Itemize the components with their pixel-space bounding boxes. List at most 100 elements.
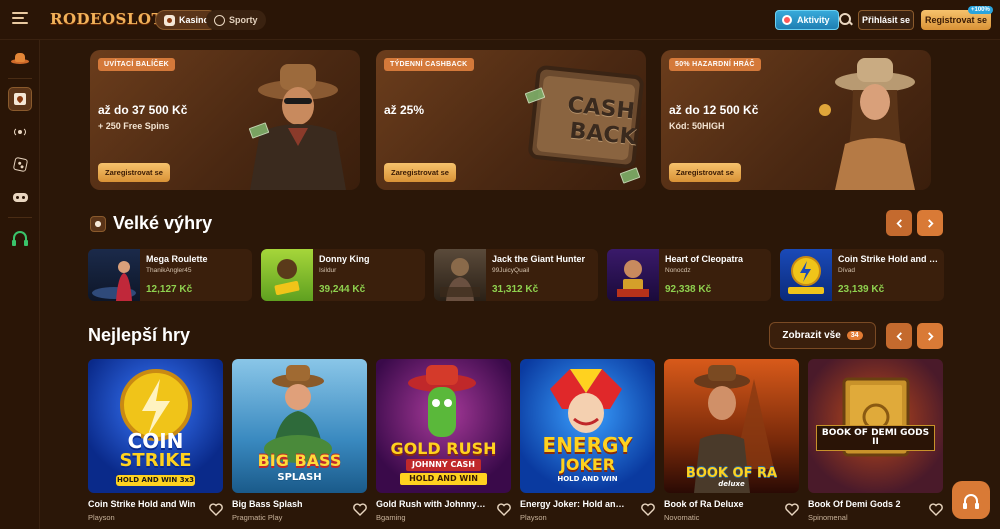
win-amount: 39,244 Kč (319, 284, 366, 295)
game-tile[interactable]: ENERGY JOKER HOLD AND WIN Energy Joker: … (520, 359, 655, 529)
game-art-text: BIG BASS (257, 451, 342, 470)
game-art-text: BOOK OF DEMI GODS II (816, 425, 935, 451)
heart-icon[interactable] (353, 503, 367, 516)
chevron-left-icon (895, 218, 902, 228)
game-thumbnail[interactable]: ENERGY JOKER HOLD AND WIN (520, 359, 655, 493)
game-name: Coin Strike Hold and Win (88, 499, 196, 509)
big-win-card[interactable]: Jack the Giant Hunter 99JuicyQuail 31,31… (434, 249, 598, 301)
activity-button[interactable]: Aktivity (775, 10, 839, 30)
cowboy-illustration (250, 64, 346, 190)
sidebar-item-home[interactable] (8, 48, 32, 72)
game-art-text: GOLD RUSH (390, 439, 497, 458)
promo-subtitle: Kód: 50HIGH (669, 121, 725, 131)
game-art-text: JOKER (559, 455, 616, 474)
promo-tag: TÝDENNÍ CASHBACK (384, 58, 474, 71)
top-bar: RODEOSLOT Kasino Sporty Aktivity Přihlás… (0, 0, 1000, 40)
promo-register-button[interactable]: Zaregistrovat se (384, 163, 456, 182)
cowgirl-illustration (819, 58, 915, 190)
promo-welcome[interactable]: UVÍTACÍ BALÍČEK až do 37 500 Kč + 250 Fr… (90, 50, 360, 190)
sidebar-item-games[interactable] (8, 185, 32, 209)
win-username: 99JuicyQuail (492, 267, 530, 274)
menu-icon[interactable] (12, 12, 28, 26)
heart-icon[interactable] (785, 503, 799, 516)
game-name: Energy Joker: Hold and Win (520, 499, 630, 509)
big-win-card[interactable]: Mega Roulette ThanikAngler45 12,127 Kč (88, 249, 252, 301)
game-thumbnail (780, 249, 832, 301)
promo-title: až 25% (384, 103, 425, 117)
win-game-name: Heart of Cleopatra (665, 254, 744, 264)
sidebar-divider (8, 78, 32, 79)
tab-sporty-label: Sporty (229, 15, 258, 25)
tab-sporty[interactable]: Sporty (206, 10, 266, 30)
headset-icon (963, 494, 979, 509)
game-name: Book Of Demi Gods 2 (808, 499, 901, 509)
promo-title: až do 12 500 Kč (669, 103, 759, 117)
top-games-next-button[interactable] (917, 323, 943, 349)
promo-title: až do 37 500 Kč (98, 103, 188, 117)
win-amount: 12,127 Kč (146, 284, 193, 295)
big-win-card[interactable]: Heart of Cleopatra Nonocdz 92,338 Kč (607, 249, 771, 301)
win-game-name: Mega Roulette (146, 254, 208, 264)
promo-register-button[interactable]: Zaregistrovat se (98, 163, 170, 182)
activity-label: Aktivity (797, 15, 830, 25)
top-games-title: Nejlepší hry (88, 325, 191, 345)
game-tile[interactable]: BIG BASS SPLASH Big Bass Splash Pragmati… (232, 359, 367, 529)
promo-subtitle: + 250 Free Spins (98, 121, 170, 131)
big-wins-title: Velké výhry (113, 213, 213, 233)
promo-tag: UVÍTACÍ BALÍČEK (98, 58, 176, 71)
promo-register-button[interactable]: Zaregistrovat se (669, 163, 741, 182)
sidebar (0, 40, 40, 529)
tab-kasino-label: Kasino (179, 15, 210, 25)
game-art-text: ENERGY (542, 433, 633, 457)
view-all-button[interactable]: Zobrazit vše 34 (769, 322, 876, 349)
big-win-card[interactable]: Donny King Isildur 39,244 Kč (261, 249, 425, 301)
sidebar-item-support[interactable] (8, 225, 32, 249)
game-name: Book of Ra Deluxe (664, 499, 744, 509)
view-all-count: 34 (846, 331, 863, 340)
promo-high-roller[interactable]: 50% HAZARDNÍ HRÁČ až do 12 500 Kč Kód: 5… (661, 50, 931, 190)
game-thumbnail[interactable]: COIN STRIKE HOLD AND WIN 3x3 (88, 359, 223, 493)
win-game-name: Donny King (319, 254, 370, 264)
search-icon[interactable] (839, 13, 852, 26)
win-amount: 92,338 Kč (665, 284, 712, 295)
big-win-card[interactable]: Coin Strike Hold and Win Dívad 23,139 Kč (780, 249, 944, 301)
game-tile[interactable]: BOOK OF DEMI GODS II Book Of Demi Gods 2… (808, 359, 943, 529)
sidebar-item-dice[interactable] (8, 152, 32, 176)
sidebar-item-live[interactable] (8, 120, 32, 144)
win-game-name: Coin Strike Hold and Win (838, 254, 942, 264)
logo[interactable]: RODEOSLOT (50, 10, 163, 28)
big-wins-next-button[interactable] (917, 210, 943, 236)
game-thumbnail[interactable]: BOOK OF RA deluxe (664, 359, 799, 493)
cowboy-hat-icon (10, 51, 30, 69)
heart-icon[interactable] (209, 503, 223, 516)
heart-icon[interactable] (497, 503, 511, 516)
big-wins-icon (90, 216, 106, 232)
heart-icon[interactable] (641, 503, 655, 516)
register-bonus-badge: +100% (968, 6, 993, 14)
game-art-text: SPLASH (277, 472, 322, 483)
promo-cashback[interactable]: CASH BACK TÝDENNÍ CASHBACK až 25% Zaregi… (376, 50, 646, 190)
win-username: Isildur (319, 267, 337, 274)
login-button[interactable]: Přihlásit se (858, 10, 914, 30)
game-provider: Pragmatic Play (232, 513, 283, 522)
cards-icon (164, 14, 175, 26)
cards-icon (14, 93, 26, 105)
win-username: Nonocdz (665, 267, 691, 274)
game-tile[interactable]: BOOK OF RA deluxe Book of Ra Deluxe Novo… (664, 359, 799, 529)
sidebar-item-casino[interactable] (8, 87, 32, 111)
game-tile[interactable]: COIN STRIKE HOLD AND WIN 3x3 Coin Strike… (88, 359, 223, 529)
game-provider: Playson (88, 513, 115, 522)
game-thumbnail[interactable]: GOLD RUSH JOHNNY CASH HOLD AND WIN (376, 359, 511, 493)
big-wins-prev-button[interactable] (886, 210, 912, 236)
promo-tag: 50% HAZARDNÍ HRÁČ (669, 58, 761, 71)
rocket-icon (782, 15, 792, 25)
win-username: ThanikAngler45 (146, 267, 192, 274)
top-games-prev-button[interactable] (886, 323, 912, 349)
chevron-left-icon (895, 331, 902, 341)
game-tile[interactable]: GOLD RUSH JOHNNY CASH HOLD AND WIN Gold … (376, 359, 511, 529)
game-thumbnail[interactable]: BIG BASS SPLASH (232, 359, 367, 493)
game-thumbnail[interactable]: BOOK OF DEMI GODS II (808, 359, 943, 493)
game-art-text: HOLD AND WIN (557, 475, 618, 483)
heart-icon[interactable] (929, 503, 943, 516)
support-chat-button[interactable] (952, 481, 990, 519)
